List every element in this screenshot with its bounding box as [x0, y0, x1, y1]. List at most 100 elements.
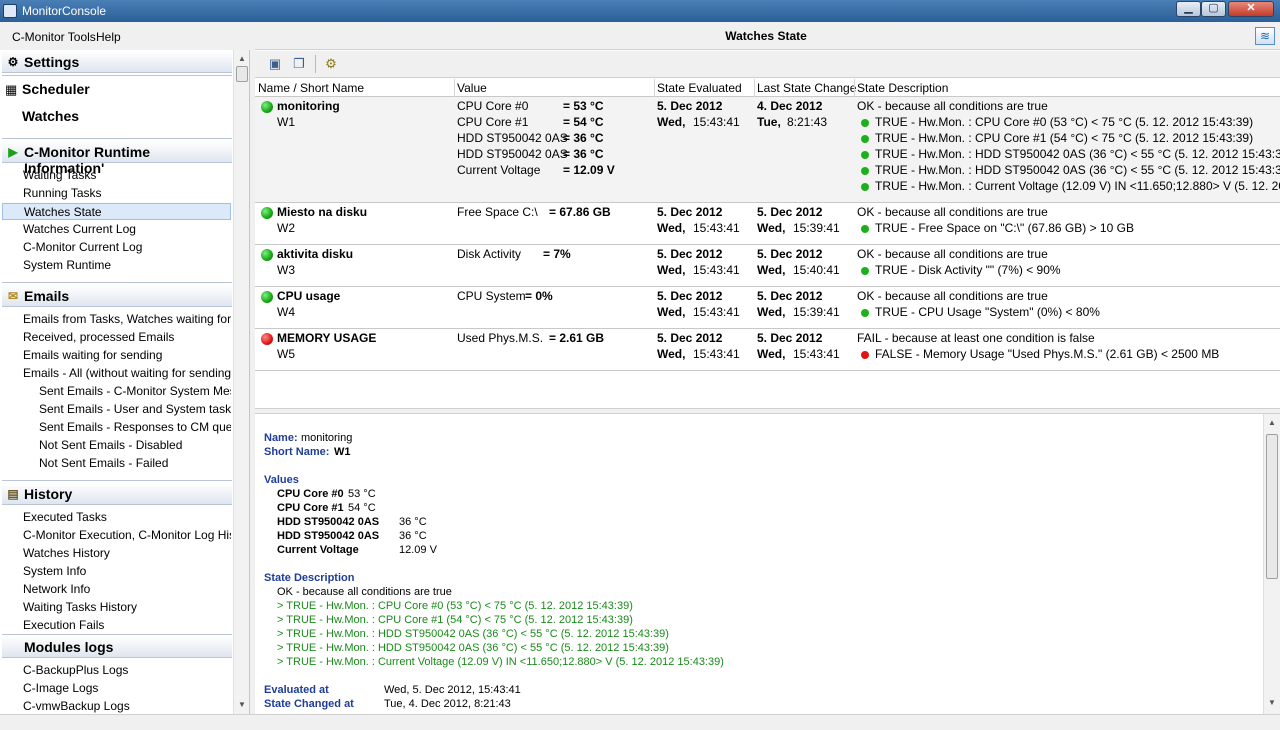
sidebar-item-runtime[interactable]: System Runtime — [23, 257, 231, 274]
section-runtime[interactable]: ▶ C-Monitor Runtime Information' — [2, 141, 232, 176]
sidebar-subitem-emails[interactable]: Sent Emails - Responses to CM queries — [39, 419, 231, 436]
detail-changed: Tue, 4. Dec 2012, 8:21:43 — [384, 698, 511, 710]
section-settings[interactable]: ⚙ Settings — [2, 51, 232, 73]
sidebar-scrollbar[interactable]: ▲ ▼ — [233, 50, 249, 714]
sidebar-subitem-emails[interactable]: Not Sent Emails - Disabled — [39, 437, 231, 454]
sidebar-item-emails[interactable]: Emails from Tasks, Watches waiting for s… — [23, 311, 231, 328]
evaluated-day: Wed, — [657, 347, 686, 361]
sidebar-item-runtime[interactable]: C-Monitor Current Log — [23, 239, 231, 256]
detail-value: 53 °C — [348, 488, 376, 500]
change-date: 5. Dec 2012 — [757, 289, 823, 303]
value-label: HDD ST950042 0AS — [457, 147, 568, 161]
scroll-down-icon[interactable]: ▼ — [1268, 698, 1276, 707]
sidebar-item-history[interactable]: C-Monitor Execution, C-Monitor Log Histo… — [23, 527, 231, 544]
sidebar-item-modules[interactable]: C-Image Logs — [23, 680, 231, 697]
change-date: 5. Dec 2012 — [757, 247, 823, 261]
watch-name: MEMORY USAGE — [277, 331, 377, 345]
sidebar-item-emails[interactable]: Received, processed Emails — [23, 329, 231, 346]
column-divider[interactable] — [854, 79, 855, 97]
condition-text: TRUE - Hw.Mon. : Current Voltage (12.09 … — [875, 179, 1280, 193]
sidebar-item-runtime[interactable]: Watches State — [2, 203, 231, 220]
column-header-state-description[interactable]: State Description — [857, 81, 948, 95]
column-header-name[interactable]: Name / Short Name — [258, 81, 364, 95]
condition-ok-icon — [861, 135, 869, 143]
value-reading: = 7% — [543, 247, 571, 261]
sidebar-item-emails[interactable]: Emails - All (without waiting for sendin… — [23, 365, 231, 382]
sidebar-item-history[interactable]: Executed Tasks — [23, 509, 231, 526]
maximize-button[interactable]: ▢ — [1201, 1, 1226, 17]
detail-value: 36 °C — [399, 516, 427, 528]
table-row[interactable]: CPU usage W4 CPU System = 0% 5. Dec 2012 Wed,… — [255, 287, 1280, 329]
watch-short-name: W2 — [277, 221, 295, 235]
sidebar-item-history[interactable]: Execution Fails — [23, 617, 231, 634]
detail-vertical-scrollbar[interactable]: ▲ ▼ — [1263, 414, 1280, 714]
value-label: HDD ST950042 0AS — [457, 131, 568, 145]
column-header-state-evaluated[interactable]: State Evaluated — [657, 81, 742, 95]
scroll-up-icon[interactable]: ▲ — [238, 54, 246, 63]
scroll-thumb[interactable] — [1266, 434, 1278, 579]
change-date: 4. Dec 2012 — [757, 99, 823, 113]
detail-changed-label: State Changed at — [264, 698, 354, 710]
section-emails[interactable]: ✉ Emails — [2, 285, 232, 307]
sidebar-item-runtime[interactable]: Running Tasks — [23, 185, 231, 202]
sidebar-item-runtime[interactable]: Watches Current Log — [23, 221, 231, 238]
export-icon[interactable]: ▣ — [265, 55, 285, 73]
table-row[interactable]: monitoring W1 CPU Core #0 = 53 °C CPU Core #… — [255, 97, 1280, 203]
section-history[interactable]: ▤ History — [2, 483, 232, 505]
section-modules-logs[interactable]: Modules logs — [2, 636, 232, 658]
detail-pane: Name: monitoring Short Name: W1 Values C… — [255, 414, 1280, 714]
condition-ok-icon — [861, 309, 869, 317]
state-description: OK - because all conditions are true — [857, 99, 1048, 113]
evaluated-date: 5. Dec 2012 — [657, 99, 723, 113]
value-reading: = 36 °C — [563, 147, 604, 161]
status-ok-icon — [261, 291, 273, 303]
grid-header: Name / Short Name Value State Evaluated … — [255, 79, 1280, 97]
sidebar-item-runtime[interactable]: Waiting Tasks — [23, 167, 231, 184]
settings-gear-icon[interactable]: ⚙ — [321, 55, 341, 73]
column-divider[interactable] — [754, 79, 755, 97]
play-icon: ▶ — [8, 145, 18, 159]
scroll-down-icon[interactable]: ▼ — [238, 700, 246, 709]
detail-condition: > TRUE - Hw.Mon. : CPU Core #1 (54 °C) <… — [277, 614, 633, 626]
menu-help[interactable]: Help — [96, 30, 121, 44]
evaluated-time: 15:43:41 — [693, 305, 740, 319]
column-divider[interactable] — [654, 79, 655, 97]
sidebar-item-modules[interactable]: C-vmwBackup Logs — [23, 698, 231, 714]
sidebar-item-history[interactable]: System Info — [23, 563, 231, 580]
sidebar-item-modules[interactable]: C-BackupPlus Logs — [23, 662, 231, 679]
sidebar-item-watches[interactable]: Watches — [22, 108, 79, 124]
sidebar-item-scheduler[interactable]: Scheduler — [22, 81, 90, 97]
status-ok-icon — [261, 207, 273, 219]
sidebar-item-history[interactable]: Watches History — [23, 545, 231, 562]
detail-condition: > TRUE - Hw.Mon. : HDD ST950042 0AS (36 … — [277, 642, 669, 654]
status-bar — [0, 714, 1280, 730]
detail-state-label: State Description — [264, 572, 355, 584]
state-description: OK - because all conditions are true — [857, 247, 1048, 261]
sidebar-item-history[interactable]: Waiting Tasks History — [23, 599, 231, 616]
scroll-up-icon[interactable]: ▲ — [1268, 418, 1276, 427]
sidebar-subitem-emails[interactable]: Not Sent Emails - Failed — [39, 455, 231, 472]
minimize-button[interactable]: ▁ — [1176, 1, 1201, 17]
sidebar-subitem-emails[interactable]: Sent Emails - C-Monitor System Messages — [39, 383, 231, 400]
sidebar-subitem-emails[interactable]: Sent Emails - User and System tasks Resu… — [39, 401, 231, 418]
gear-icon: ⚙ — [7, 55, 19, 69]
sidebar-item-emails[interactable]: Emails waiting for sending — [23, 347, 231, 364]
menu-cmonitor-tools[interactable]: C-Monitor Tools — [12, 30, 96, 44]
detail-condition: > TRUE - Hw.Mon. : Current Voltage (12.0… — [277, 656, 724, 668]
table-row[interactable]: MEMORY USAGE W5 Used Phys.M.S. = 2.61 GB 5. … — [255, 329, 1280, 371]
scroll-thumb[interactable] — [236, 66, 248, 82]
copy-icon[interactable]: ❐ — [289, 55, 309, 73]
detail-condition: > TRUE - Hw.Mon. : CPU Core #0 (53 °C) <… — [277, 600, 633, 612]
column-divider[interactable] — [454, 79, 455, 97]
value-label: Disk Activity — [457, 247, 522, 261]
table-row[interactable]: Miesto na disku W2 Free Space C:\ = 67.86 G… — [255, 203, 1280, 245]
value-label: CPU System — [457, 289, 526, 303]
close-button[interactable]: ✕ — [1228, 1, 1274, 17]
divider — [2, 75, 232, 76]
table-row[interactable]: aktivita disku W3 Disk Activity = 7% 5. Dec … — [255, 245, 1280, 287]
column-header-value[interactable]: Value — [457, 81, 487, 95]
detail-value-label: CPU Core #1 — [277, 502, 344, 514]
detail-state: OK - because all conditions are true — [277, 586, 452, 598]
sidebar-item-history[interactable]: Network Info — [23, 581, 231, 598]
column-header-last-change[interactable]: Last State Change — [757, 81, 856, 95]
